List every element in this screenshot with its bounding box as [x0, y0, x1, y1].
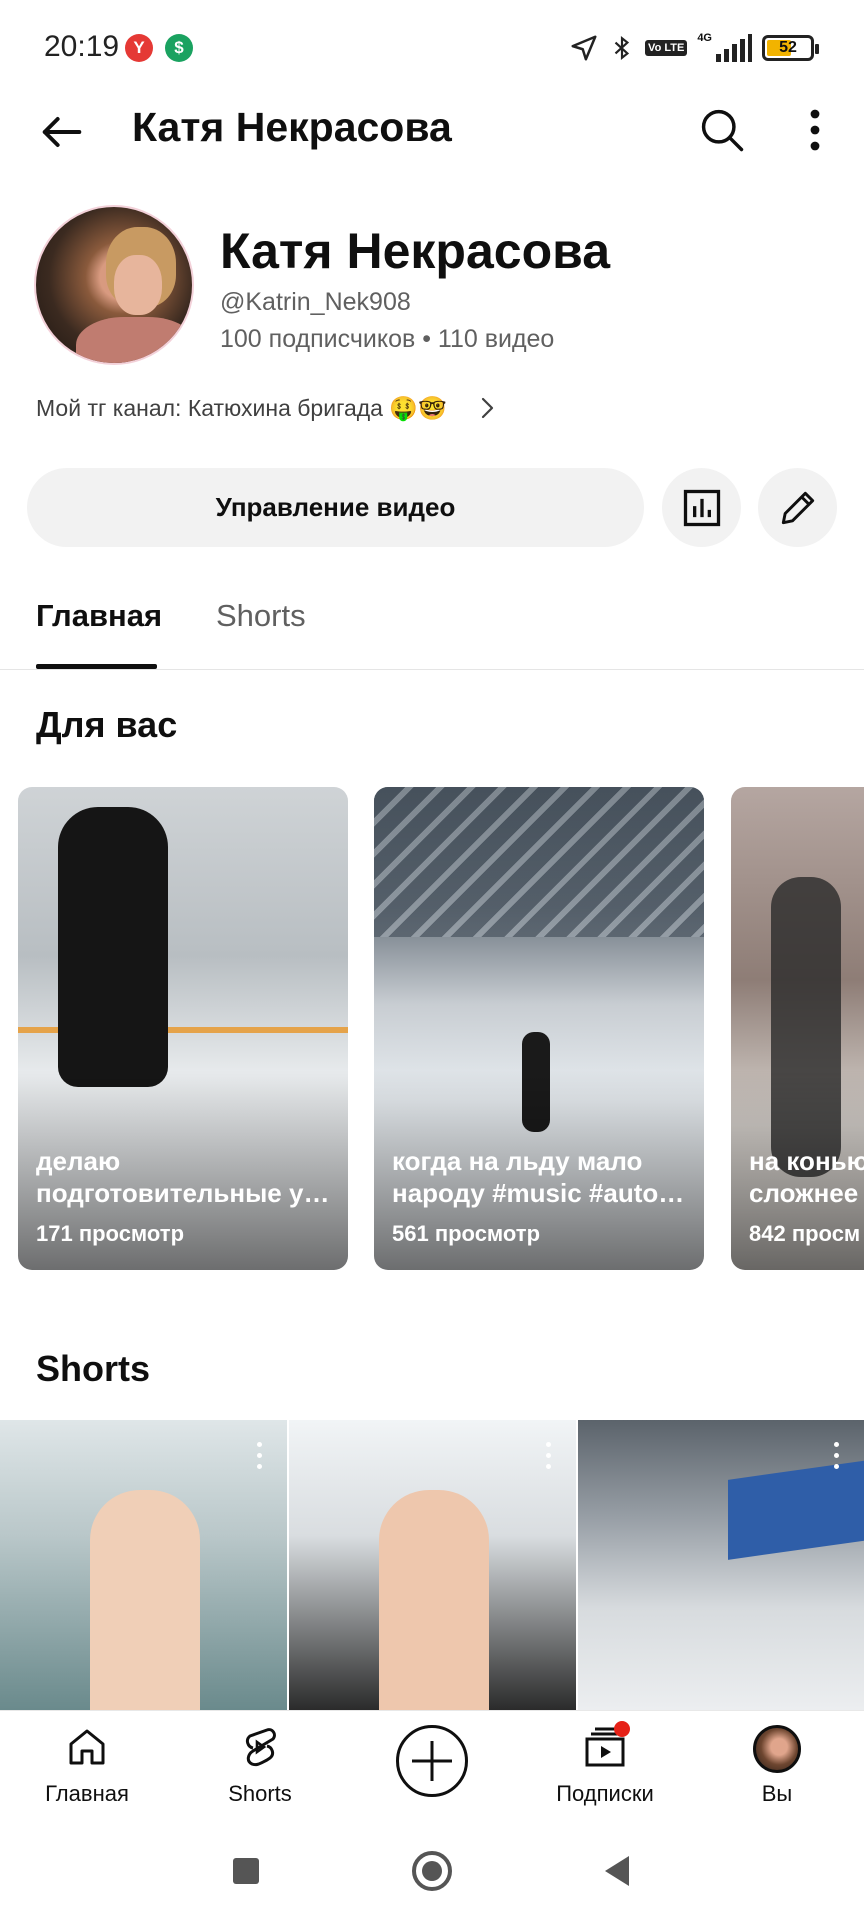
- nav-home[interactable]: Главная: [17, 1711, 157, 1823]
- nav-you-label: Вы: [761, 1781, 793, 1806]
- yandex-notification-icon: Y: [125, 34, 153, 62]
- more-options-button[interactable]: [795, 104, 835, 156]
- nav-shorts-label: Shorts: [228, 1781, 292, 1806]
- video-card[interactable]: делаю подготовительные у… 171 просмотр: [18, 787, 348, 1270]
- shorts-section-title: Shorts: [36, 1348, 151, 1389]
- video-title: делаю подготовительные у…: [36, 1146, 330, 1208]
- clock: 20:19: [44, 30, 120, 63]
- tab-selected-indicator: [36, 664, 157, 669]
- channel-description[interactable]: Мой тг канал: Катюхина бригада 🤑🤓: [36, 393, 499, 423]
- more-vert-icon[interactable]: [546, 1442, 552, 1470]
- more-vert-icon[interactable]: [257, 1442, 263, 1470]
- short-thumbnail: [90, 1490, 200, 1710]
- short-tile[interactable]: [0, 1420, 287, 1710]
- channel-tabs: Главная Shorts: [0, 582, 864, 670]
- nav-subscriptions[interactable]: Подписки: [535, 1711, 675, 1823]
- short-tile[interactable]: [578, 1420, 864, 1710]
- more-vert-icon[interactable]: [834, 1442, 840, 1470]
- video-card[interactable]: на конью сложнее 842 просм: [731, 787, 864, 1270]
- back-button[interactable]: [36, 106, 88, 158]
- tab-home[interactable]: Главная: [36, 598, 162, 670]
- manage-videos-button[interactable]: Управление видео: [27, 468, 644, 547]
- volte-icon: Vo LTE: [645, 40, 688, 56]
- analytics-button[interactable]: [662, 468, 741, 547]
- avatar: [753, 1725, 801, 1773]
- channel-handle: @Katrin_Nek908: [220, 288, 411, 316]
- home-circle-icon[interactable]: [407, 1846, 457, 1896]
- channel-stats: 100 подписчиков • 110 видео: [220, 325, 555, 353]
- nav-subscriptions-label: Подписки: [556, 1781, 654, 1806]
- video-title: когда на льду мало народу #music #auto…: [392, 1146, 685, 1208]
- video-views: 561 просмотр: [392, 1221, 541, 1246]
- system-navigation-bar: [0, 1822, 864, 1920]
- recent-apps-icon[interactable]: [221, 1846, 271, 1896]
- network-type: 4G: [697, 32, 712, 44]
- video-views: 842 просм: [749, 1221, 861, 1246]
- home-icon: [69, 1729, 105, 1765]
- new-content-badge: [614, 1721, 630, 1737]
- video-views: 171 просмотр: [36, 1221, 185, 1246]
- nav-shorts[interactable]: Shorts: [190, 1711, 330, 1823]
- for-you-section-title: Для вас: [36, 704, 178, 745]
- arrow-left-icon: [42, 117, 82, 147]
- analytics-icon: [683, 489, 720, 526]
- channel-description-text: Мой тг канал: Катюхина бригада 🤑🤓: [36, 394, 447, 421]
- nav-home-label: Главная: [45, 1781, 129, 1806]
- status-icons: Vo LTE 4G 52: [569, 30, 819, 66]
- money-app-notification-icon: $: [165, 34, 193, 62]
- create-button[interactable]: [396, 1725, 468, 1797]
- edit-channel-button[interactable]: [758, 468, 837, 547]
- more-vert-icon: [810, 109, 820, 151]
- back-triangle-icon[interactable]: [593, 1846, 643, 1896]
- status-bar: 20:19 Y $ Vo LTE 4G 52: [0, 0, 864, 96]
- tab-shorts[interactable]: Shorts: [216, 598, 306, 670]
- video-thumbnail: [58, 807, 168, 1087]
- channel-name: Катя Некрасова: [220, 223, 611, 279]
- location-icon: [571, 35, 597, 61]
- channel-avatar[interactable]: [34, 205, 194, 365]
- signal-icon: [716, 34, 752, 62]
- search-button[interactable]: [696, 104, 748, 156]
- short-thumbnail: [379, 1490, 489, 1710]
- search-icon: [701, 109, 744, 152]
- bluetooth-icon: [614, 35, 630, 61]
- battery-level: 52: [779, 39, 797, 56]
- shorts-icon: [245, 1728, 276, 1767]
- chevron-right-icon: [481, 397, 493, 419]
- video-title: на конью сложнее: [749, 1146, 864, 1208]
- short-tile[interactable]: [289, 1420, 576, 1710]
- pencil-icon: [781, 491, 814, 524]
- nav-you[interactable]: Вы: [707, 1711, 847, 1823]
- page-title: Катя Некрасова: [132, 104, 452, 150]
- battery-icon: 52: [762, 35, 819, 61]
- video-card[interactable]: когда на льду мало народу #music #auto… …: [374, 787, 704, 1270]
- short-thumbnail: [728, 1460, 864, 1560]
